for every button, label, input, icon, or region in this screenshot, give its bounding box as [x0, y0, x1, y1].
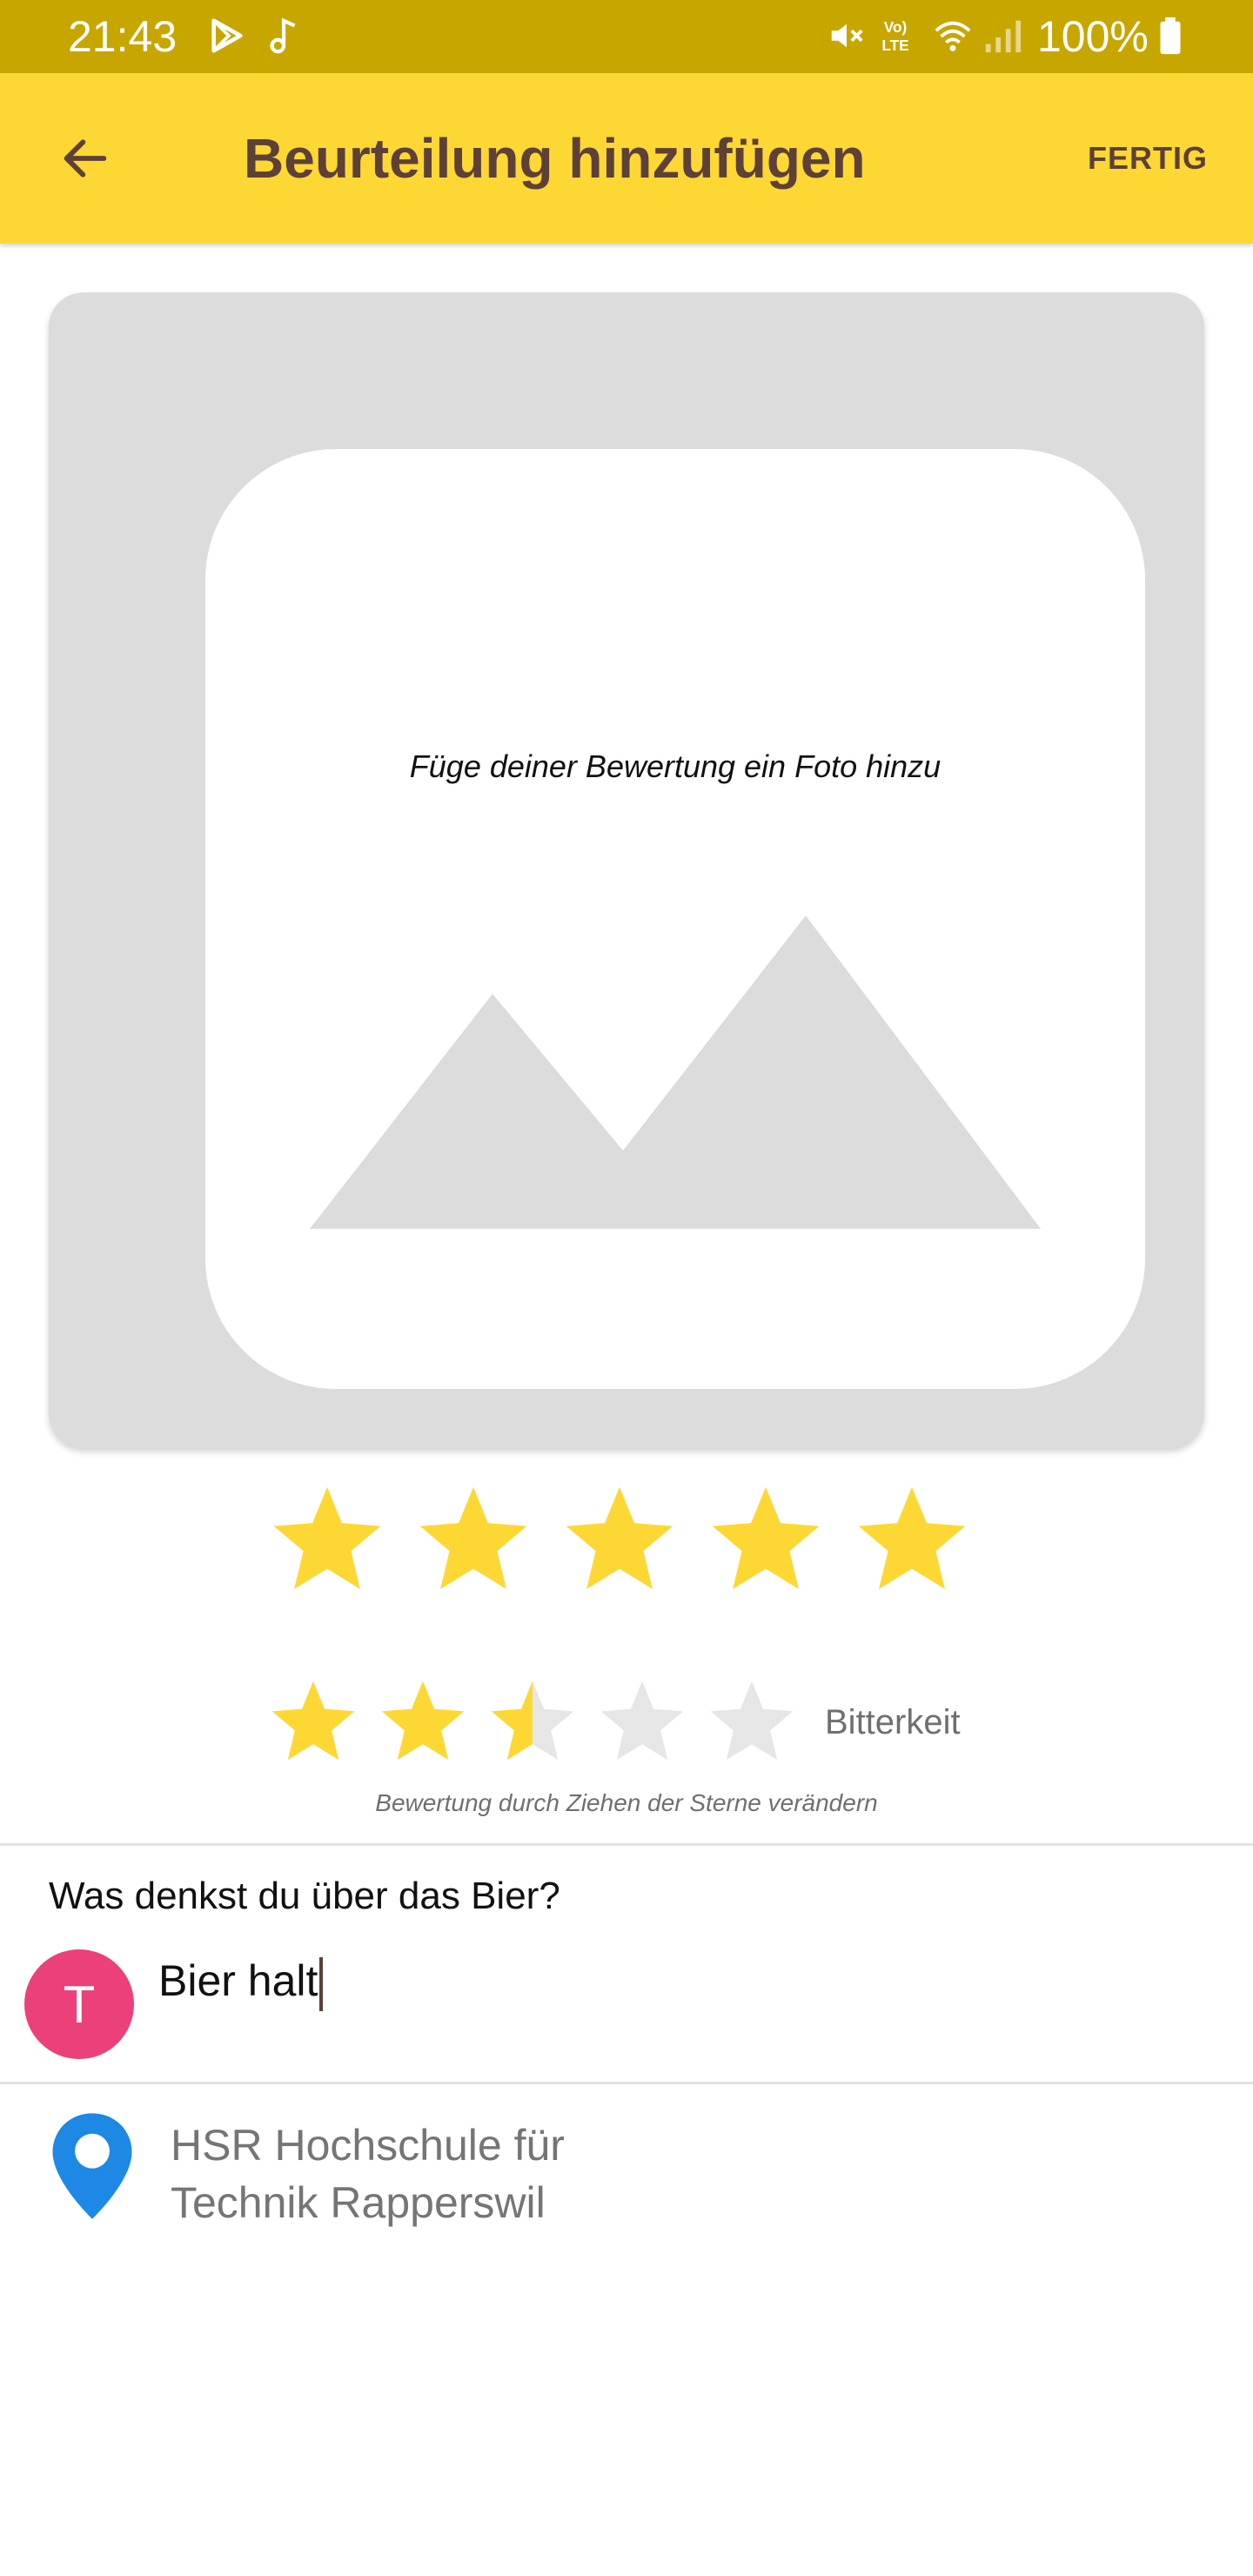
star-icon[interactable]: [376, 1675, 470, 1769]
page-title: Beurteilung hinzufügen: [244, 127, 866, 190]
star-icon[interactable]: [266, 1479, 388, 1601]
signal-icon: [985, 20, 1022, 53]
photo-placeholder: Füge deiner Bewertung ein Foto hinzu: [205, 449, 1145, 1389]
comment-text: Bier halt: [158, 1956, 318, 2005]
app-bar: Beurteilung hinzufügen FERTIG: [0, 73, 1253, 244]
star-icon[interactable]: [705, 1479, 827, 1601]
overall-rating[interactable]: [266, 1479, 973, 1610]
text-caret: [319, 1956, 324, 2011]
image-placeholder-icon: [310, 916, 1041, 1229]
status-bar: 21:43 Vo) LTE 100%: [0, 0, 1253, 73]
rating-drag-hint: Bewertung durch Ziehen der Sterne veränd…: [375, 1789, 878, 1816]
star-half-icon[interactable]: [486, 1675, 580, 1769]
add-photo-card[interactable]: Füge deiner Bewertung ein Foto hinzu: [49, 292, 1204, 1448]
battery-percentage: 100%: [1037, 12, 1149, 61]
star-icon[interactable]: [851, 1479, 973, 1601]
map-pin-icon: [52, 2113, 132, 2219]
star-icon[interactable]: [559, 1479, 680, 1601]
avatar: T: [24, 1949, 134, 2059]
photo-hint: Füge deiner Bewertung ein Foto hinzu: [409, 748, 941, 784]
bitterness-rating: Bitterkeit: [266, 1674, 961, 1770]
arrow-left-icon: [64, 139, 107, 178]
star-outline-icon[interactable]: [595, 1675, 689, 1769]
svg-text:Vo): Vo): [884, 18, 908, 36]
star-icon[interactable]: [266, 1675, 360, 1769]
mute-icon: [831, 23, 863, 48]
star-outline-icon[interactable]: [705, 1675, 799, 1769]
battery-icon: [1160, 17, 1181, 55]
star-icon[interactable]: [412, 1479, 534, 1601]
location-label[interactable]: HSR Hochschule für Technik Rapperswil: [171, 2116, 1041, 2231]
done-button[interactable]: FERTIG: [1077, 131, 1218, 186]
volte-icon: Vo) LTE: [881, 18, 908, 54]
comment-input[interactable]: Bier halt: [158, 1949, 1203, 2012]
location-line-1: HSR Hochschule für: [171, 2121, 565, 2170]
comment-question: Was denkst du über das Bier?: [49, 1875, 560, 1917]
location-line-2: Technik Rapperswil: [171, 2178, 546, 2227]
music-note-icon: [270, 17, 296, 54]
svg-text:LTE: LTE: [881, 37, 908, 54]
status-time: 21:43: [68, 12, 178, 61]
avatar-initial: T: [63, 1975, 96, 2034]
bitterness-stars[interactable]: [266, 1675, 799, 1769]
wifi-icon: [935, 21, 971, 51]
bitterness-label: Bitterkeit: [825, 1702, 961, 1741]
divider: [0, 2082, 1253, 2084]
divider: [0, 1843, 1253, 1846]
back-button[interactable]: [45, 118, 125, 198]
play-store-icon: [211, 18, 243, 53]
